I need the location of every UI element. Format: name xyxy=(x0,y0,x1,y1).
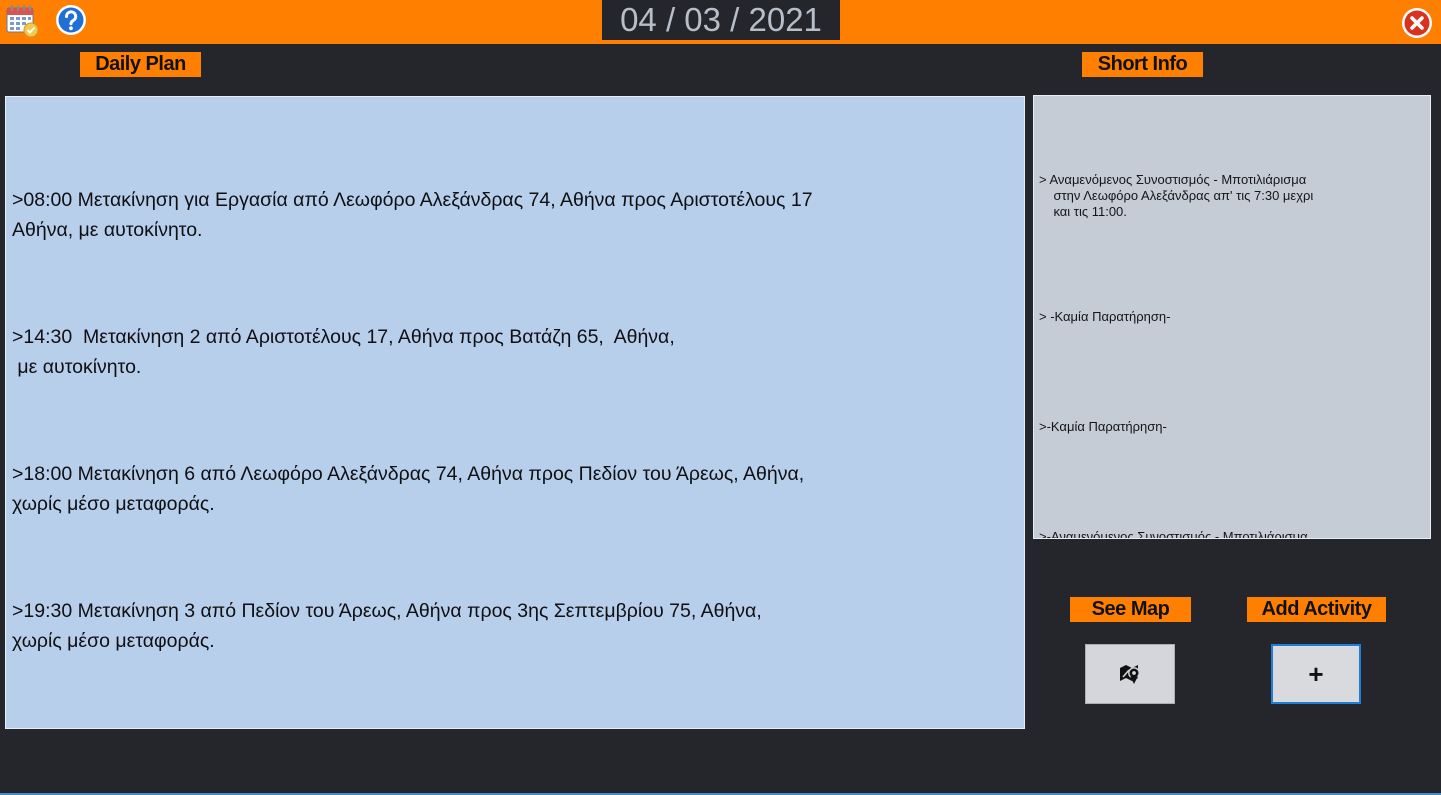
short-info-item: > Αναμενόμενος Συνοστισμός - Μποτιλιάρισ… xyxy=(1039,172,1314,219)
short-info-item: >-Καμία Παρατήρηση- xyxy=(1039,419,1167,434)
date-display: 04 / 03 / 2021 xyxy=(602,0,840,40)
short-info-label: Short Info xyxy=(1082,52,1203,77)
map-pin-icon xyxy=(1120,665,1140,684)
close-circle-icon[interactable] xyxy=(1401,7,1433,39)
question-circle-icon[interactable] xyxy=(53,2,89,38)
add-activity-button[interactable]: + xyxy=(1271,644,1361,704)
short-info-item: > -Καμία Παρατήρηση- xyxy=(1039,309,1171,324)
add-activity-label: Add Activity xyxy=(1247,597,1386,622)
daily-plan-item: >08:00 Μετακίνηση για Εργασία από Λεωφόρ… xyxy=(12,189,813,241)
see-map-label: See Map xyxy=(1070,597,1191,622)
short-info-item: >-Αναμενόμενος Συνοστισμός - Μποτιλιάρισ… xyxy=(1039,529,1308,539)
plus-icon: + xyxy=(1308,659,1324,689)
daily-plan-label: Daily Plan xyxy=(80,52,201,77)
short-info-panel[interactable]: > Αναμενόμενος Συνοστισμός - Μποτιλιάρισ… xyxy=(1033,95,1431,539)
daily-plan-item: >19:30 Μετακίνηση 3 από Πεδίον του Άρεως… xyxy=(12,600,762,652)
calendar-check-icon xyxy=(6,5,39,38)
daily-plan-panel[interactable]: >08:00 Μετακίνηση για Εργασία από Λεωφόρ… xyxy=(5,96,1025,729)
daily-plan-item: >14:30 Μετακίνηση 2 από Αριστοτέλους 17,… xyxy=(12,326,675,378)
title-bar: 04 / 03 / 2021 xyxy=(0,0,1441,44)
see-map-button[interactable] xyxy=(1085,644,1175,704)
daily-plan-item: >18:00 Μετακίνηση 6 από Λεωφόρο Αλεξάνδρ… xyxy=(12,463,805,515)
